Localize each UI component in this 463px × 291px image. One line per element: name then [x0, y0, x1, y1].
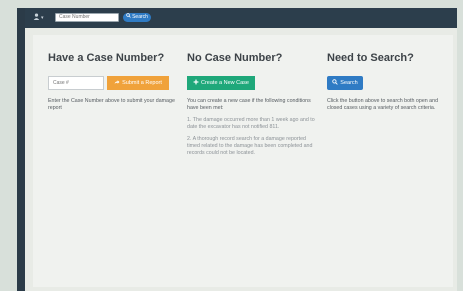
- caret-down-icon: ▾: [41, 15, 44, 21]
- top-search-button[interactable]: Search: [123, 13, 151, 22]
- top-case-number-search-input[interactable]: [55, 13, 119, 22]
- submit-report-label: Submit a Report: [122, 80, 162, 86]
- case-number-input[interactable]: [48, 76, 104, 90]
- no-case-heading: No Case Number?: [187, 52, 283, 64]
- have-case-heading: Have a Case Number?: [48, 52, 165, 64]
- sidebar: [17, 8, 25, 291]
- condition-item: 1. The damage occurred more than 1 week …: [187, 117, 315, 130]
- submit-report-button[interactable]: Submit a Report: [107, 76, 169, 90]
- user-icon: [33, 12, 40, 24]
- user-menu-toggle[interactable]: ▾: [33, 12, 47, 24]
- top-search-button-label: Search: [132, 14, 148, 20]
- search-icon: [126, 13, 131, 22]
- create-new-case-label: Create a New Case: [201, 80, 249, 86]
- need-search-heading: Need to Search?: [327, 52, 414, 64]
- need-search-description: Click the button above to search both op…: [327, 98, 439, 111]
- no-case-section: No Case Number? Create a New Case You ca…: [187, 50, 315, 157]
- have-case-description: Enter the Case Number above to submit yo…: [48, 98, 175, 111]
- search-cases-label: Search: [340, 80, 358, 86]
- create-new-case-button[interactable]: Create a New Case: [187, 76, 255, 90]
- need-search-section: Need to Search? Search Click the button …: [327, 50, 447, 112]
- no-case-description: You can create a new case if the followi…: [187, 98, 311, 111]
- share-arrow-icon: [114, 79, 120, 87]
- search-cases-button[interactable]: Search: [327, 76, 363, 90]
- condition-item: 2. A thorough record search for a damage…: [187, 136, 313, 156]
- search-icon: [332, 79, 338, 87]
- have-case-section: Have a Case Number? Submit a Report Ente…: [48, 50, 176, 112]
- plus-icon: [193, 79, 199, 87]
